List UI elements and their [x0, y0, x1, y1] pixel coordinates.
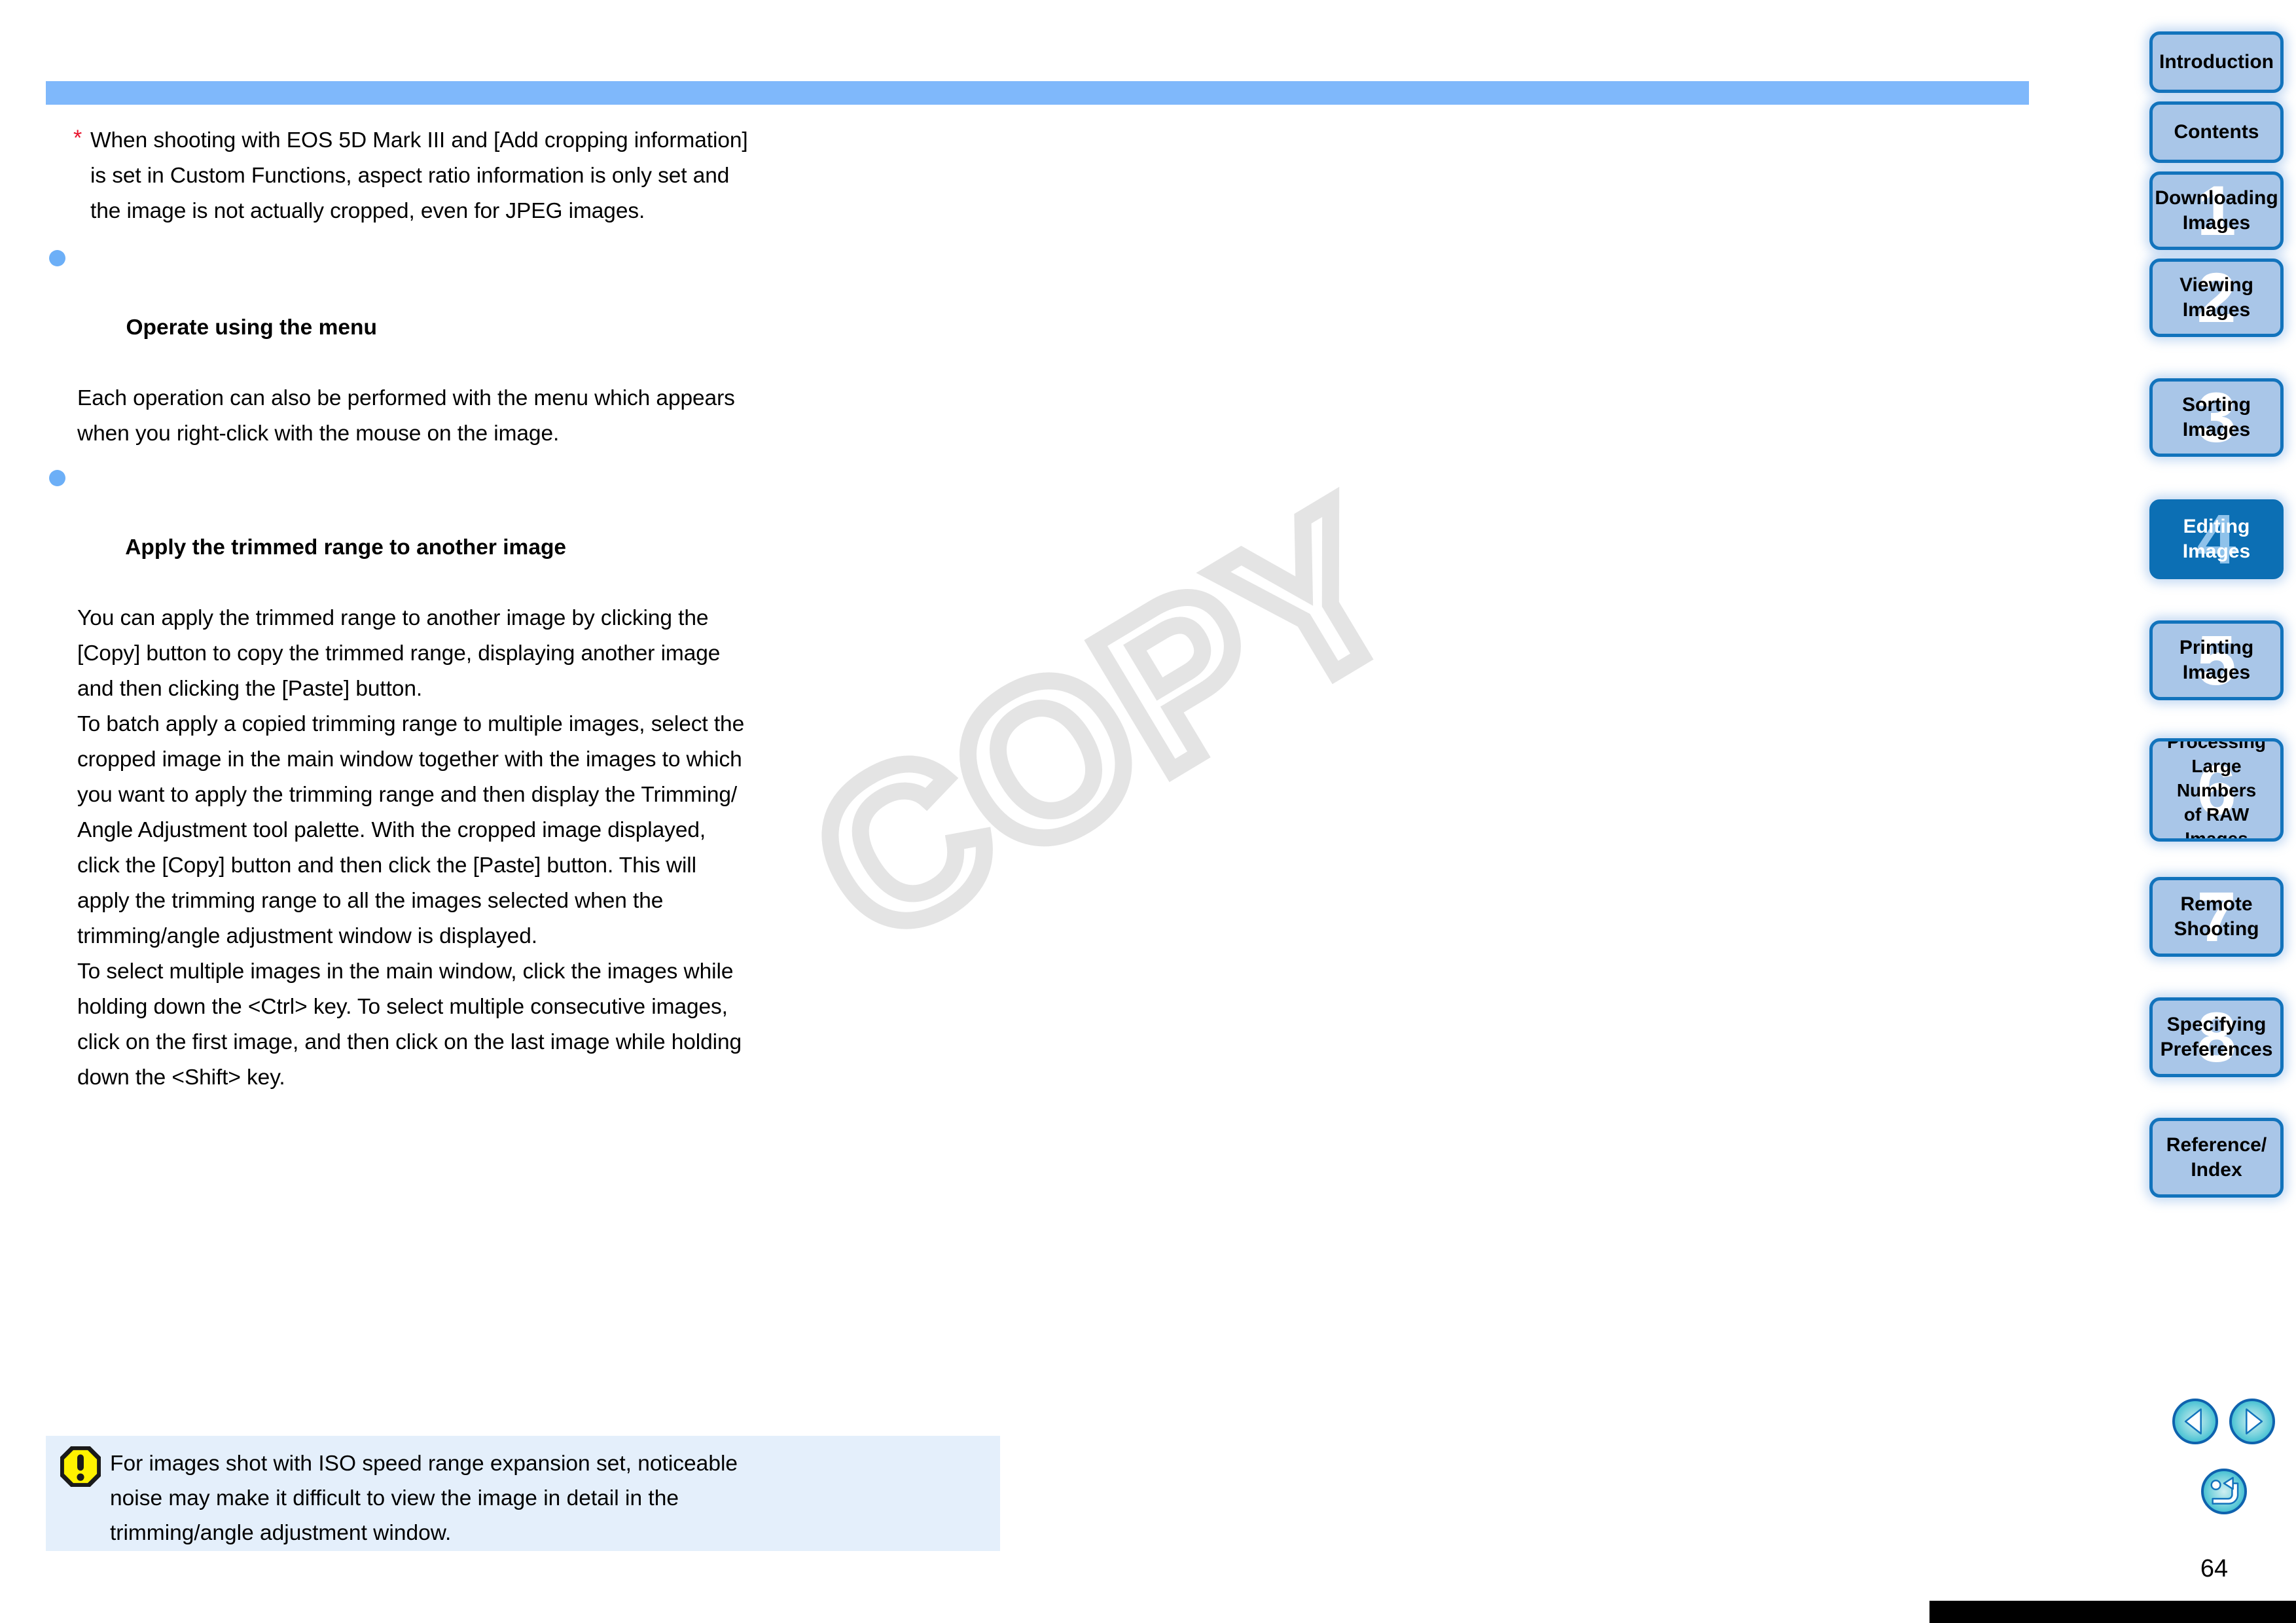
sidebar-tab-downloading-images[interactable]: 1 Downloading Images [2149, 171, 2284, 250]
sidebar-tab-viewing-images[interactable]: 2 Viewing Images [2149, 259, 2284, 337]
sidebar-tab-contents[interactable]: Contents [2149, 101, 2284, 163]
sidebar-tab-label: Reference/ Index [2166, 1134, 2267, 1181]
sidebar-tab-reference-index[interactable]: Reference/ Index [2149, 1118, 2284, 1198]
note-line: noise may make it difficult to view the … [110, 1486, 679, 1510]
sidebar-tab-printing-images[interactable]: 5 Printing Images [2149, 620, 2284, 700]
asterisk-marker: * [73, 126, 82, 151]
note-line: For images shot with ISO speed range exp… [110, 1452, 738, 1476]
warning-note-box: For images shot with ISO speed range exp… [46, 1436, 1000, 1551]
next-page-button[interactable] [2229, 1399, 2275, 1444]
sidebar-tab-label: Processing Large Numbers of RAW Images [2167, 738, 2266, 842]
bullet-icon [49, 470, 65, 486]
return-button[interactable] [2201, 1469, 2247, 1514]
section-operate-using-the-menu: Operate using the menu Each operation ca… [46, 240, 1054, 452]
sidebar-tab-label: Editing Images [2182, 516, 2251, 562]
sidebar-tab-specifying-preferences[interactable]: 8 Specifying Preferences [2149, 997, 2284, 1077]
body-line: you want to apply the trimming range and… [77, 783, 738, 807]
chevron-left-icon [2184, 1408, 2202, 1435]
chevron-right-icon [2246, 1408, 2263, 1435]
body-line: You can apply the trimmed range to anoth… [77, 606, 709, 630]
body-line: To select multiple images in the main wi… [77, 959, 734, 984]
sidebar-tab-label: Sorting Images [2182, 394, 2251, 440]
sidebar-tab-editing-images[interactable]: 4 Editing Images [2149, 499, 2284, 579]
previous-page-button[interactable] [2172, 1399, 2218, 1444]
body-line: holding down the <Ctrl> key. To select m… [77, 995, 728, 1019]
document-page: * When shooting with EOS 5D Mark III and… [0, 0, 2296, 1623]
section-apply-trimmed-range: Apply the trimmed range to another image… [46, 459, 1054, 1096]
body-line: and then clicking the [Paste] button. [77, 677, 423, 701]
body-line: To batch apply a copied trimming range t… [77, 712, 745, 736]
sidebar-tab-processing-large-numbers-of-raw-images[interactable]: 6 Processing Large Numbers of RAW Images [2149, 738, 2284, 842]
sidebar-tab-introduction[interactable]: Introduction [2149, 31, 2284, 93]
bullet-icon [49, 250, 65, 266]
sidebar-tab-label: Downloading Images [2155, 187, 2278, 234]
section-heading-label: Operate using the menu [126, 315, 377, 340]
header-rule [46, 81, 2029, 105]
footnote-line: When shooting with EOS 5D Mark III and [… [90, 128, 748, 152]
sidebar-tab-sorting-images[interactable]: 3 Sorting Images [2149, 378, 2284, 457]
return-arrow-icon [2210, 1476, 2239, 1505]
body-line: Each operation can also be performed wit… [77, 386, 735, 410]
warning-octagon-icon [60, 1446, 101, 1488]
footnote-line: the image is not actually cropped, even … [90, 199, 645, 223]
sidebar-tab-label: Printing Images [2179, 637, 2254, 683]
section-body: Each operation can also be performed wit… [46, 381, 1054, 452]
footnote-line: is set in Custom Functions, aspect ratio… [90, 164, 730, 188]
section-heading: Apply the trimmed range to another image [46, 459, 1054, 601]
section-heading-label: Apply the trimmed range to another image [125, 535, 567, 560]
sidebar-tab-label: Viewing Images [2179, 274, 2253, 321]
main-content: * When shooting with EOS 5D Mark III and… [46, 123, 1054, 1096]
sidebar-tab-label: Introduction [2159, 51, 2274, 73]
body-line: [Copy] button to copy the trimmed range,… [77, 641, 721, 666]
sidebar-tab-label: Specifying Preferences [2160, 1014, 2273, 1060]
bottom-black-bar [1929, 1601, 2296, 1623]
section-body: You can apply the trimmed range to anoth… [46, 601, 1054, 1096]
body-line: cropped image in the main window togethe… [77, 747, 742, 772]
footnote-lines: When shooting with EOS 5D Mark III and [… [77, 123, 1054, 229]
body-line: trimming/angle adjustment window is disp… [77, 924, 537, 948]
sidebar-tab-remote-shooting[interactable]: 7 Remote Shooting [2149, 877, 2284, 957]
body-line: down the <Shift> key. [77, 1065, 285, 1090]
body-line: click on the first image, and then click… [77, 1030, 742, 1054]
footnote-block: * When shooting with EOS 5D Mark III and… [46, 123, 1054, 229]
sidebar-tab-label: Contents [2174, 121, 2259, 143]
body-line: when you right-click with the mouse on t… [77, 421, 560, 446]
body-line: Angle Adjustment tool palette. With the … [77, 818, 706, 842]
page-number: 64 [2200, 1555, 2229, 1582]
chapter-tab-sidebar: Introduction Contents 1 Downloading Imag… [2144, 0, 2296, 1623]
body-line: apply the trimming range to all the imag… [77, 889, 664, 913]
section-heading: Operate using the menu [46, 240, 1054, 381]
sidebar-tab-label: Remote Shooting [2174, 893, 2259, 940]
note-line: trimming/angle adjustment window. [110, 1521, 452, 1545]
body-line: click the [Copy] button and then click t… [77, 853, 696, 878]
